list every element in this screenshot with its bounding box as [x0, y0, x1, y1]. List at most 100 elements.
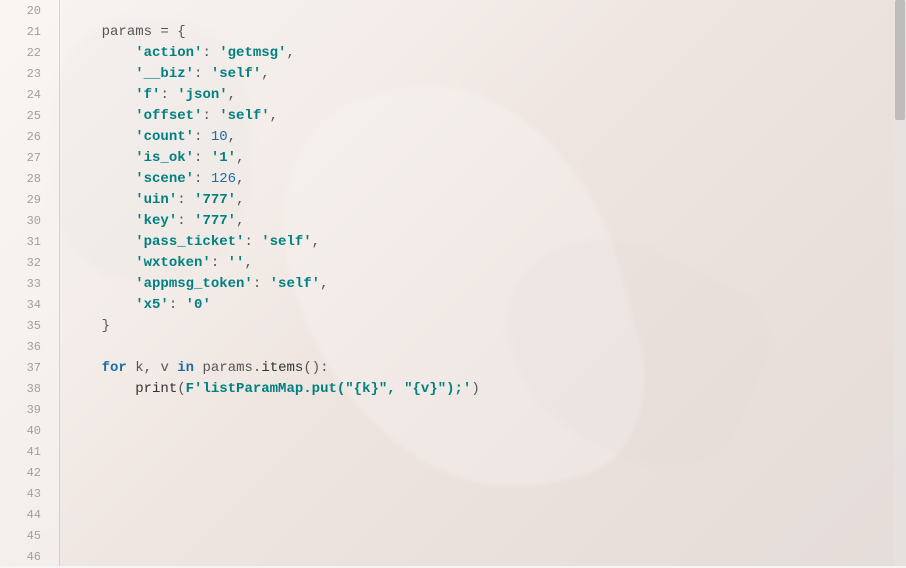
token-punc: ,	[228, 87, 236, 103]
token-key: 'appmsg_token'	[135, 276, 253, 292]
token-str: '1'	[211, 150, 236, 166]
line-number: 43	[0, 484, 59, 505]
code-line[interactable]	[68, 442, 906, 463]
line-number: 35	[0, 316, 59, 337]
code-editor[interactable]: 2021222324252627282930313233343536373839…	[0, 0, 906, 566]
code-line[interactable]: 'action': 'getmsg',	[68, 43, 906, 64]
token-kw: in	[177, 360, 194, 376]
line-number: 37	[0, 358, 59, 379]
token-key: '__biz'	[135, 66, 194, 82]
token-punc: :	[194, 150, 211, 166]
code-line[interactable]: '__biz': 'self',	[68, 64, 906, 85]
code-line[interactable]	[68, 421, 906, 442]
line-number: 20	[0, 1, 59, 22]
line-number: 39	[0, 400, 59, 421]
vertical-scrollbar[interactable]	[894, 0, 906, 566]
code-line[interactable]	[68, 505, 906, 526]
line-number: 42	[0, 463, 59, 484]
token-punc: )	[471, 381, 479, 397]
token-punc: :	[160, 87, 177, 103]
code-line[interactable]	[68, 400, 906, 421]
token-key: 'x5'	[135, 297, 169, 313]
code-line[interactable]: params = {	[68, 22, 906, 43]
token-str: '0'	[186, 297, 211, 313]
line-number-gutter: 2021222324252627282930313233343536373839…	[0, 0, 60, 566]
token-punc: :	[194, 66, 211, 82]
token-punc: ,	[236, 150, 244, 166]
token-key: 'f'	[135, 87, 160, 103]
token-key: 'wxtoken'	[135, 255, 211, 271]
code-line[interactable]: for k, v in params.items():	[68, 358, 906, 379]
line-number: 40	[0, 421, 59, 442]
code-line[interactable]: 'key': '777',	[68, 211, 906, 232]
line-number: 36	[0, 337, 59, 358]
token-punc: ,	[244, 255, 252, 271]
token-str: 'self'	[261, 234, 311, 250]
line-number: 38	[0, 379, 59, 400]
token-fstr: F'listParamMap.put("	[186, 381, 354, 397]
token-interp: {k}	[354, 381, 379, 397]
token-key: 'scene'	[135, 171, 194, 187]
line-number: 32	[0, 253, 59, 274]
token-key: 'is_ok'	[135, 150, 194, 166]
token-str: '777'	[194, 213, 236, 229]
token-num: 126	[211, 171, 236, 187]
code-line[interactable]: print(F'listParamMap.put("{k}", "{v}");'…	[68, 379, 906, 400]
line-number: 29	[0, 190, 59, 211]
scrollbar-thumb[interactable]	[895, 0, 905, 120]
code-line[interactable]: 'f': 'json',	[68, 85, 906, 106]
token-punc	[127, 360, 135, 376]
code-line[interactable]	[68, 484, 906, 505]
code-line[interactable]	[68, 463, 906, 484]
token-punc: :	[244, 234, 261, 250]
token-id: params	[102, 24, 152, 40]
token-punc: ,	[312, 234, 320, 250]
token-id: params	[202, 360, 252, 376]
token-punc: ,	[236, 213, 244, 229]
line-number: 45	[0, 526, 59, 547]
token-punc: :	[253, 276, 270, 292]
code-line[interactable]	[68, 337, 906, 358]
token-punc: }	[102, 318, 110, 334]
code-line[interactable]: 'scene': 126,	[68, 169, 906, 190]
line-number: 26	[0, 127, 59, 148]
token-key: 'key'	[135, 213, 177, 229]
token-kw: for	[102, 360, 127, 376]
code-line[interactable]: 'appmsg_token': 'self',	[68, 274, 906, 295]
code-line[interactable]: 'is_ok': '1',	[68, 148, 906, 169]
token-punc: ,	[144, 360, 161, 376]
token-fn: items	[261, 360, 303, 376]
line-number: 30	[0, 211, 59, 232]
line-number: 21	[0, 22, 59, 43]
token-punc: :	[202, 45, 219, 61]
line-number: 33	[0, 274, 59, 295]
line-number: 23	[0, 64, 59, 85]
token-punc: ,	[228, 129, 236, 145]
line-number: 31	[0, 232, 59, 253]
token-punc: ,	[261, 66, 269, 82]
token-punc: ,	[236, 192, 244, 208]
token-key: 'action'	[135, 45, 202, 61]
token-punc: ,	[270, 108, 278, 124]
token-punc: :	[177, 192, 194, 208]
code-line[interactable]	[68, 1, 906, 22]
code-line[interactable]: 'uin': '777',	[68, 190, 906, 211]
code-line[interactable]: 'x5': '0'	[68, 295, 906, 316]
token-str: 'self'	[219, 108, 269, 124]
code-line[interactable]: 'wxtoken': '',	[68, 253, 906, 274]
code-line[interactable]	[68, 547, 906, 568]
code-line[interactable]: }	[68, 316, 906, 337]
code-line[interactable]: 'count': 10,	[68, 127, 906, 148]
token-str: 'json'	[177, 87, 227, 103]
token-punc: :	[202, 108, 219, 124]
line-number: 24	[0, 85, 59, 106]
code-line[interactable]: 'pass_ticket': 'self',	[68, 232, 906, 253]
code-area[interactable]: params = { 'action': 'getmsg', '__biz': …	[60, 0, 906, 566]
code-line[interactable]: 'offset': 'self',	[68, 106, 906, 127]
code-line[interactable]	[68, 526, 906, 547]
token-str: 'getmsg'	[219, 45, 286, 61]
token-punc: ,	[286, 45, 294, 61]
token-str: '777'	[194, 192, 236, 208]
line-number: 44	[0, 505, 59, 526]
token-punc	[169, 360, 177, 376]
